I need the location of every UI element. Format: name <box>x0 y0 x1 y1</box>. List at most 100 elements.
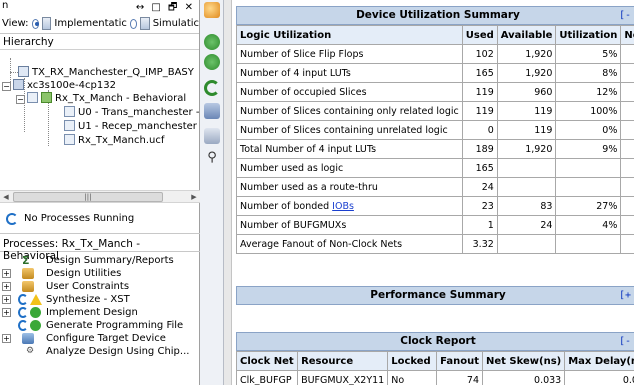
process-analyze-chipscope[interactable]: ⚙ Analyze Design Using Chip... <box>0 345 200 358</box>
metric-notes <box>620 234 634 254</box>
process-generate-programming-file[interactable]: Generate Programming File <box>0 319 200 332</box>
warning-icon <box>30 294 42 305</box>
metric-label: Total Number of 4 input LUTs <box>236 139 463 159</box>
metric-util <box>555 158 622 178</box>
metric-avail: 83 <box>496 196 557 216</box>
metric-util: 8% <box>555 63 622 83</box>
run-icon <box>18 320 28 331</box>
process-status: No Processes Running <box>0 204 200 234</box>
process-design-summary[interactable]: Σ Design Summary/Reports <box>0 254 200 267</box>
run-icon <box>18 307 28 318</box>
collapse-toggle-icon[interactable]: − <box>2 82 11 91</box>
metric-avail <box>496 177 557 197</box>
right-arrow-icon[interactable] <box>204 54 220 70</box>
metric-label-text: Number of Slices containing unrelated lo… <box>240 124 448 136</box>
metric-label: Number of Slices containing unrelated lo… <box>236 120 463 140</box>
expand-toggle-icon[interactable]: + <box>2 295 11 304</box>
table-row: Number of Slice Flip Flops 102 1,920 5% <box>236 44 634 64</box>
tree-item-ucf[interactable]: Rx_Tx_Manch.ucf <box>64 134 164 147</box>
metric-used: 119 <box>461 82 498 102</box>
metric-label-text: Total Number of 4 input LUTs <box>240 143 377 155</box>
metric-notes <box>620 215 634 235</box>
tree-item-u0[interactable]: U0 - Trans_manchester - I <box>64 106 206 119</box>
table-header-row: Logic Utilization Used Available Utiliza… <box>236 25 634 45</box>
metric-util: 5% <box>555 44 622 64</box>
vhdl-file-icon <box>27 92 38 103</box>
metric-notes <box>620 44 634 64</box>
metric-label-text: Number of occupied Slices <box>240 86 367 98</box>
list-icon[interactable] <box>204 128 220 144</box>
metric-util: 4% <box>555 215 622 235</box>
metric-label: Number of bonded IOBs <box>236 196 463 216</box>
properties-icon[interactable] <box>204 103 220 119</box>
metric-label: Number of Slice Flip Flops <box>236 44 463 64</box>
metric-avail <box>496 158 557 178</box>
tree-item-u1[interactable]: U1 - Recep_manchester - <box>64 120 204 133</box>
panel-window-controls[interactable]: ↔ □ 🗗 ✕ <box>136 0 195 17</box>
process-user-constraints[interactable]: + User Constraints <box>0 280 200 293</box>
collapse-section-toggle[interactable]: [- <box>619 7 631 24</box>
clock-locked: No <box>387 370 438 385</box>
metric-notes <box>620 82 634 102</box>
table-row: Number of Slices containing unrelated lo… <box>236 120 634 140</box>
tree-item-project[interactable]: TX_RX_Manchester_Q_IMP_BASY <box>18 66 194 79</box>
tree-item-device[interactable]: − xc3s100e-4cp132 <box>2 79 116 92</box>
metric-label-text: Number used as a route-thru <box>240 181 378 193</box>
tree-item-top-module[interactable]: − Rx_Tx_Manch - Behavioral <box>16 92 186 105</box>
expand-toggle-icon[interactable]: + <box>2 334 11 343</box>
hierarchy-label: Hierarchy <box>0 34 199 50</box>
metric-notes <box>620 177 634 197</box>
column-header: Fanout <box>436 351 483 371</box>
expand-toggle-icon[interactable]: + <box>2 282 11 291</box>
table-header-row: Clock Net Resource Locked Fanout Net Ske… <box>235 351 634 371</box>
warning-summary-icon[interactable] <box>204 2 220 18</box>
collapse-toggle-icon[interactable]: − <box>16 95 25 104</box>
hierarchy-tree: TX_RX_Manchester_Q_IMP_BASY − xc3s100e-4c… <box>0 50 206 200</box>
scrollbar-thumb[interactable]: ||| <box>13 192 163 202</box>
simulation-radio[interactable] <box>129 18 138 29</box>
process-status-text: No Processes Running <box>24 213 135 224</box>
table-row: Number of occupied Slices 119 960 12% <box>236 82 634 102</box>
process-implement-design[interactable]: + Implement Design <box>0 306 200 319</box>
metric-avail: 1,920 <box>496 139 557 159</box>
expand-toggle-icon[interactable]: + <box>2 269 11 278</box>
panel-splitter[interactable] <box>224 0 232 385</box>
panel-title-bar: n ↔ □ 🗗 ✕ <box>0 0 199 14</box>
table-row: Number used as a route-thru 24 <box>236 177 634 197</box>
design-panel: n ↔ □ 🗗 ✕ View: Implementatic Simulatic … <box>0 0 206 385</box>
view-label: View: <box>2 18 29 29</box>
device-utilization-header: Device Utilization Summary [- <box>236 6 634 25</box>
clock-fanout: 74 <box>436 370 483 385</box>
hierarchy-horizontal-scrollbar[interactable]: ◀ ||| ▶ <box>0 190 200 203</box>
sigma-icon: Σ <box>22 254 30 267</box>
table-row: Number of bonded IOBs 23 83 27% <box>236 196 634 216</box>
expand-section-toggle[interactable]: [+ <box>619 287 631 304</box>
vhdl-file-icon <box>64 106 75 117</box>
metric-notes <box>620 120 634 140</box>
metric-label: Number used as logic <box>236 158 463 178</box>
simulation-icon <box>140 17 150 30</box>
chipscope-icon: ⚙ <box>26 346 35 356</box>
up-arrow-icon[interactable] <box>204 34 220 50</box>
rerun-icon[interactable] <box>204 80 220 96</box>
process-configure-target[interactable]: + Configure Target Device <box>0 332 200 345</box>
metric-label-text: Number used as logic <box>240 162 344 174</box>
implementation-radio[interactable] <box>31 18 39 29</box>
iobs-link[interactable]: IOBs <box>332 201 354 212</box>
binoculars-icon[interactable]: ⚲ <box>204 150 220 166</box>
scroll-left-icon[interactable]: ◀ <box>0 191 12 203</box>
column-header: Locked <box>387 351 438 371</box>
scroll-right-icon[interactable]: ▶ <box>188 191 200 203</box>
simulation-option-label[interactable]: Simulatic <box>153 18 199 29</box>
clock-skew: 0.033 <box>481 370 566 385</box>
configure-device-icon <box>22 333 34 344</box>
process-design-utilities[interactable]: + Design Utilities <box>0 267 200 280</box>
implementation-option-label[interactable]: Implementatic <box>54 18 126 29</box>
expand-toggle-icon[interactable]: + <box>2 308 11 317</box>
clock-net: Clk_BUFGP <box>235 370 299 385</box>
collapse-section-toggle[interactable]: [- <box>619 333 631 350</box>
device-utilization-title: Device Utilization Summary <box>356 9 520 21</box>
process-synthesize[interactable]: + Synthesize - XST <box>0 293 200 306</box>
table-row: Number of BUFGMUXs 1 24 4% <box>236 215 634 235</box>
performance-summary-header: Performance Summary [+ <box>236 286 634 305</box>
